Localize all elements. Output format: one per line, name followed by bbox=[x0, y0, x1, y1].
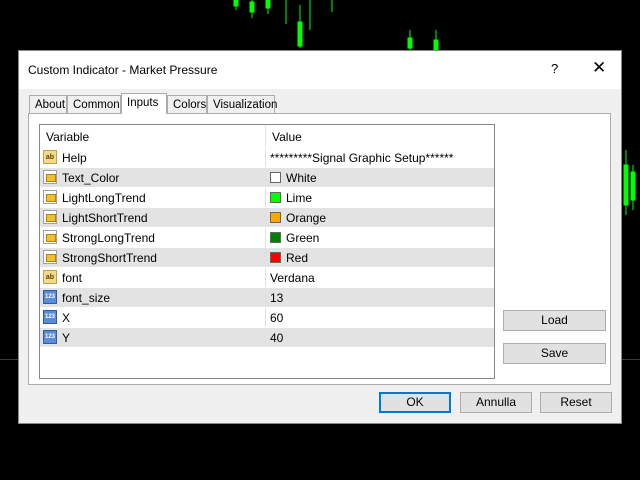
table-row[interactable]: StrongLongTrend Green bbox=[40, 227, 494, 247]
variable-name: StrongShortTrend bbox=[62, 251, 157, 265]
cell-divider bbox=[265, 188, 266, 207]
variable-value[interactable]: Red bbox=[286, 251, 308, 265]
variable-value[interactable]: *********Signal Graphic Setup****** bbox=[270, 151, 453, 165]
tab-inputs[interactable]: Inputs bbox=[121, 93, 167, 114]
color-swatch[interactable] bbox=[270, 212, 281, 223]
variable-value[interactable]: 13 bbox=[270, 291, 283, 305]
variable-name: Text_Color bbox=[62, 171, 120, 185]
color-type-icon bbox=[43, 210, 57, 224]
table-row[interactable]: LightLongTrend Lime bbox=[40, 187, 494, 207]
cell-divider bbox=[265, 148, 266, 167]
variable-name: font bbox=[62, 271, 83, 285]
variable-value[interactable]: White bbox=[286, 171, 317, 185]
number-type-icon: 123 bbox=[43, 330, 57, 344]
column-header-value[interactable]: Value bbox=[272, 130, 302, 144]
variable-name: Help bbox=[62, 151, 87, 165]
color-swatch[interactable] bbox=[270, 172, 281, 183]
load-button[interactable]: Load bbox=[503, 310, 606, 331]
cancel-button[interactable]: Annulla bbox=[460, 392, 532, 413]
table-row[interactable]: 123 X 60 bbox=[40, 307, 494, 327]
variable-name: LightLongTrend bbox=[62, 191, 146, 205]
variable-value[interactable]: Lime bbox=[286, 191, 312, 205]
cell-divider bbox=[265, 328, 266, 347]
variable-name: font_size bbox=[62, 291, 111, 305]
table-row[interactable]: 123 font_size 13 bbox=[40, 287, 494, 307]
string-type-icon: ab bbox=[43, 270, 57, 284]
variable-value[interactable]: Green bbox=[286, 231, 319, 245]
close-icon[interactable]: ✕ bbox=[592, 59, 606, 76]
tab-colors[interactable]: Colors bbox=[167, 95, 207, 113]
color-swatch[interactable] bbox=[270, 192, 281, 203]
column-header-variable[interactable]: Variable bbox=[46, 130, 89, 144]
table-row[interactable]: Text_Color White bbox=[40, 167, 494, 187]
save-button[interactable]: Save bbox=[503, 343, 606, 364]
number-type-icon: 123 bbox=[43, 310, 57, 324]
variable-value[interactable]: 40 bbox=[270, 331, 283, 345]
table-header: Variable Value bbox=[40, 125, 494, 147]
cell-divider bbox=[265, 208, 266, 227]
variable-value[interactable]: Verdana bbox=[270, 271, 315, 285]
inputs-panel: Variable Value ab Help *********Signal Gra… bbox=[28, 113, 611, 385]
cell-divider bbox=[265, 288, 266, 307]
table-row[interactable]: 123 Y 40 bbox=[40, 327, 494, 347]
color-type-icon bbox=[43, 170, 57, 184]
color-swatch[interactable] bbox=[270, 232, 281, 243]
variable-value[interactable]: Orange bbox=[286, 211, 326, 225]
tab-common[interactable]: Common bbox=[67, 95, 121, 113]
tab-visualization[interactable]: Visualization bbox=[207, 95, 277, 113]
string-type-icon: ab bbox=[43, 150, 57, 164]
custom-indicator-dialog: Custom Indicator - Market Pressure ? ✕ A… bbox=[18, 50, 622, 424]
table-row[interactable]: LightShortTrend Orange bbox=[40, 207, 494, 227]
dialog-title: Custom Indicator - Market Pressure bbox=[28, 63, 218, 77]
table-body: ab Help *********Signal Graphic Setup*****… bbox=[40, 147, 494, 347]
cell-divider bbox=[265, 248, 266, 267]
ok-button[interactable]: OK bbox=[379, 392, 451, 413]
color-swatch[interactable] bbox=[270, 252, 281, 263]
variable-name: X bbox=[62, 311, 71, 325]
reset-button[interactable]: Reset bbox=[540, 392, 612, 413]
column-divider[interactable] bbox=[265, 125, 266, 147]
color-type-icon bbox=[43, 190, 57, 204]
table-row[interactable]: ab font Verdana bbox=[40, 267, 494, 287]
table-row[interactable]: ab Help *********Signal Graphic Setup*****… bbox=[40, 147, 494, 167]
variable-name: Y bbox=[62, 331, 71, 345]
color-type-icon bbox=[43, 250, 57, 264]
variable-value[interactable]: 60 bbox=[270, 311, 283, 325]
help-button[interactable]: ? bbox=[551, 61, 558, 76]
tab-about[interactable]: About bbox=[29, 95, 67, 113]
color-type-icon bbox=[43, 230, 57, 244]
table-row[interactable]: StrongShortTrend Red bbox=[40, 247, 494, 267]
cell-divider bbox=[265, 168, 266, 187]
cell-divider bbox=[265, 308, 266, 327]
title-bar: Custom Indicator - Market Pressure ? ✕ bbox=[19, 51, 621, 89]
inputs-table: Variable Value ab Help *********Signal Gra… bbox=[39, 124, 495, 379]
cell-divider bbox=[265, 228, 266, 247]
number-type-icon: 123 bbox=[43, 290, 57, 304]
cell-divider bbox=[265, 268, 266, 287]
variable-name: StrongLongTrend bbox=[62, 231, 155, 245]
variable-name: LightShortTrend bbox=[62, 211, 148, 225]
